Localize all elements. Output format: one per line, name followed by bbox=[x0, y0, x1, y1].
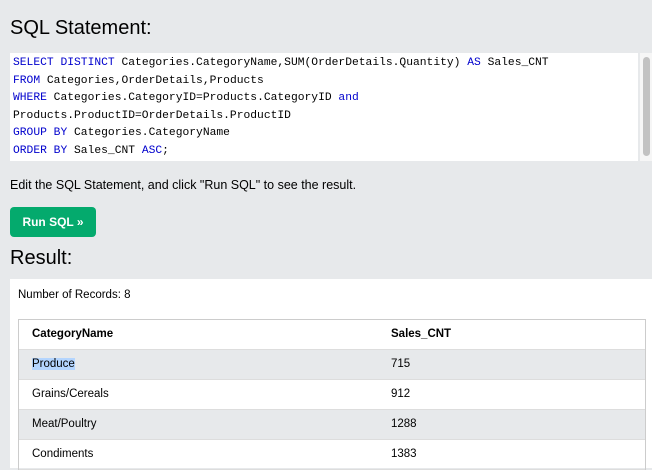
table-header-row: CategoryName Sales_CNT bbox=[19, 320, 645, 350]
cell-sales-cnt: 715 bbox=[391, 358, 411, 370]
sql-keyword: FROM bbox=[13, 74, 41, 87]
sql-line: Products.ProductID=OrderDetails.ProductI… bbox=[13, 108, 638, 126]
cell-categoryname: Meat/Poultry bbox=[32, 418, 97, 430]
record-count: Number of Records: 8 bbox=[18, 289, 131, 301]
run-sql-button[interactable]: Run SQL » bbox=[10, 207, 96, 237]
sql-text: Categories.CategoryName,SUM(OrderDetails… bbox=[114, 57, 468, 69]
instructions-text: Edit the SQL Statement, and click "Run S… bbox=[10, 178, 357, 192]
sql-text: Products.ProductID=OrderDetails.ProductI… bbox=[13, 109, 291, 122]
cell-sales-cnt: 1288 bbox=[391, 418, 417, 430]
sql-text: ; bbox=[162, 144, 169, 157]
cell-sales-cnt: 1383 bbox=[391, 448, 417, 460]
sql-keyword: ASC bbox=[141, 144, 163, 157]
sql-keyword: SELECT DISTINCT bbox=[13, 57, 115, 69]
sql-line: ORDER BY Sales_CNT ASC; bbox=[13, 143, 638, 161]
result-table: CategoryName Sales_CNT Produce 715 Grain… bbox=[18, 319, 646, 470]
cell-categoryname: Condiments bbox=[32, 448, 94, 460]
cell-categoryname: Grains/Cereals bbox=[32, 388, 109, 400]
sql-editor[interactable]: SELECT DISTINCT Categories.CategoryName,… bbox=[10, 53, 638, 161]
sql-text: Categories,OrderDetails,Products bbox=[40, 74, 264, 87]
sql-text: Sales_CNT bbox=[67, 144, 142, 157]
column-header-categoryname: CategoryName bbox=[32, 328, 114, 340]
table-row: Meat/Poultry 1288 bbox=[19, 410, 645, 440]
column-header-sales-cnt: Sales_CNT bbox=[391, 328, 452, 340]
sql-text: Categories.CategoryName bbox=[67, 127, 230, 140]
table-row: Condiments 1383 bbox=[19, 440, 645, 470]
result-heading: Result: bbox=[10, 247, 73, 269]
sql-line: FROM Categories,OrderDetails,Products bbox=[13, 73, 638, 91]
sql-tryit-page: SQL Statement: SELECT DISTINCT Categorie… bbox=[0, 0, 652, 470]
result-panel: Number of Records: 8 CategoryName Sales_… bbox=[10, 279, 652, 470]
sql-line: GROUP BY Categories.CategoryName bbox=[13, 125, 638, 143]
sql-keyword: and bbox=[338, 92, 359, 105]
sql-keyword: GROUP BY bbox=[13, 127, 68, 140]
sql-keyword: WHERE bbox=[13, 92, 47, 105]
table-row: Produce 715 bbox=[19, 350, 645, 380]
sql-statement-heading: SQL Statement: bbox=[10, 17, 152, 39]
sql-line: WHERE Categories.CategoryID=Products.Cat… bbox=[13, 90, 638, 108]
cell-sales-cnt: 912 bbox=[391, 388, 411, 400]
selected-text-highlight: Produce bbox=[32, 358, 75, 370]
sql-keyword: ORDER BY bbox=[13, 144, 68, 157]
editor-scrollbar-thumb[interactable] bbox=[643, 57, 650, 156]
sql-keyword: AS bbox=[467, 57, 481, 69]
sql-line: SELECT DISTINCT Categories.CategoryName,… bbox=[13, 55, 638, 73]
table-row: Grains/Cereals 912 bbox=[19, 380, 645, 410]
sql-text: Sales_CNT bbox=[480, 57, 549, 69]
cell-categoryname: Produce bbox=[32, 350, 75, 379]
sql-text: Categories.CategoryID=Products.CategoryI… bbox=[46, 92, 339, 105]
